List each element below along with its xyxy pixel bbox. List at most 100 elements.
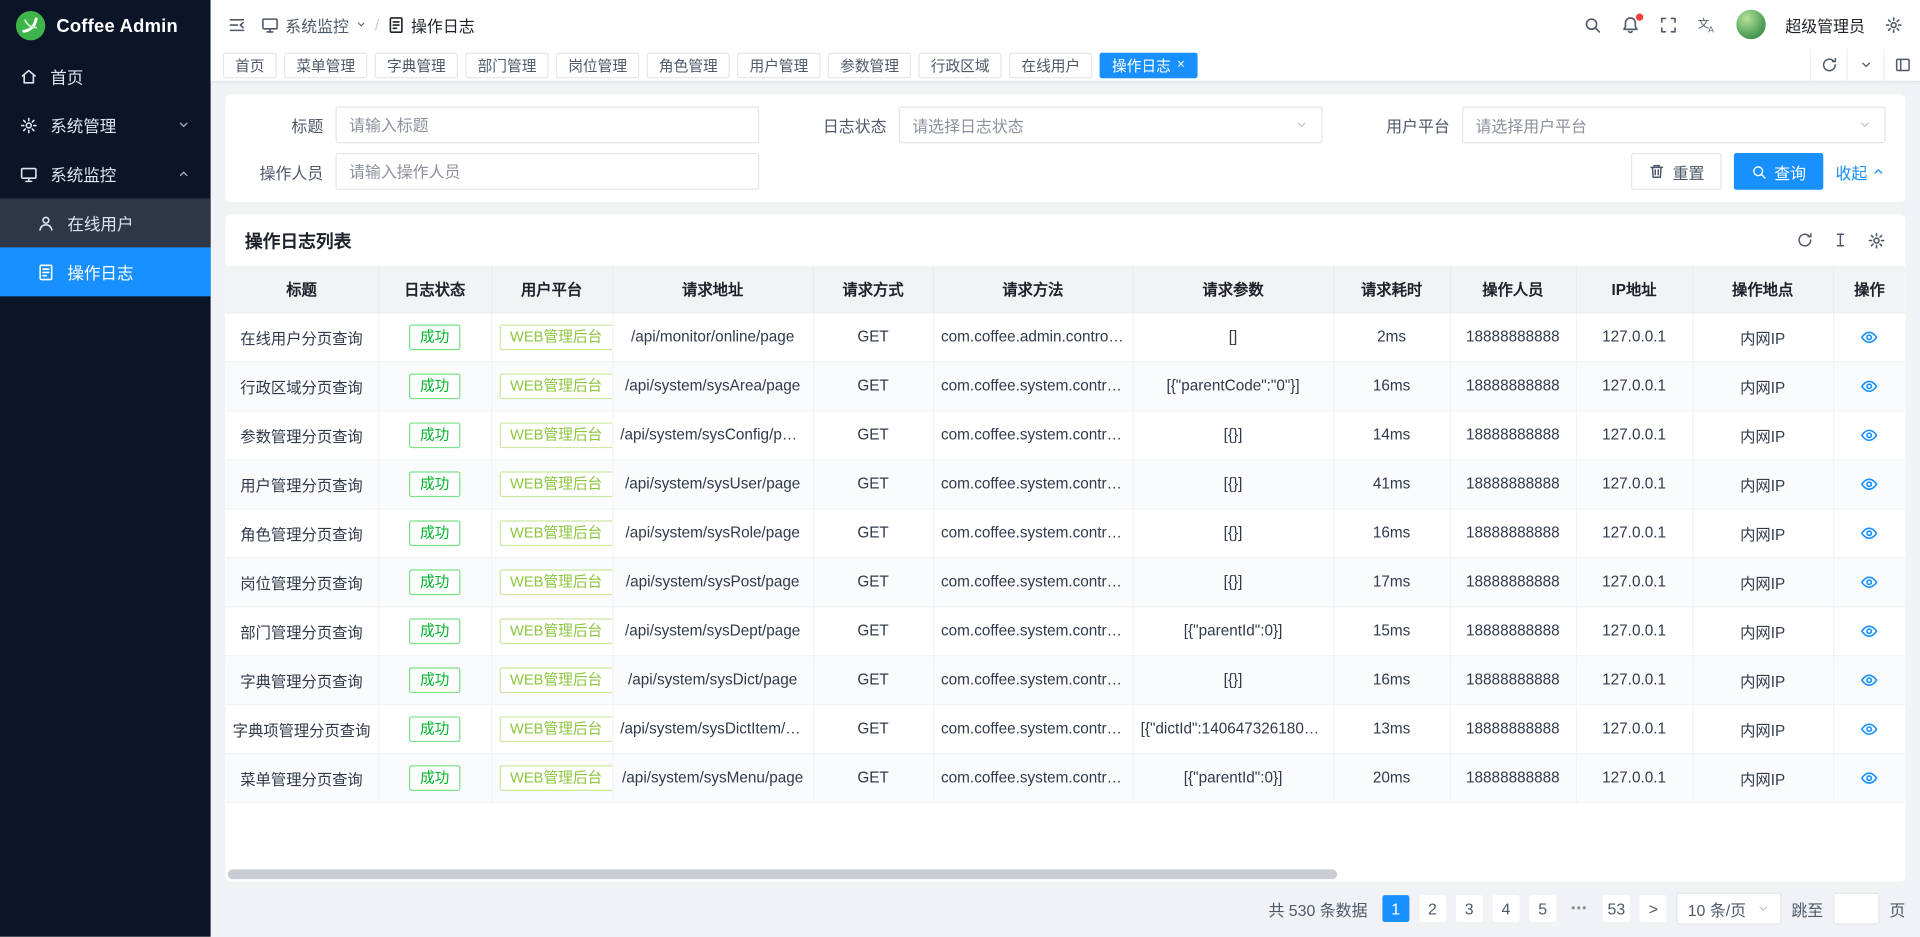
notification-bell-icon[interactable] (1621, 15, 1639, 33)
view-detail-eye-icon[interactable] (1860, 671, 1878, 689)
tab-item[interactable]: 字典管理 (375, 52, 458, 78)
tab-item[interactable]: 岗位管理 (556, 52, 639, 78)
view-detail-eye-icon[interactable] (1860, 622, 1878, 640)
tab-close-icon[interactable]: × (1177, 58, 1185, 71)
app: Coffee Admin 首页 系统管理 系统监控 在线用户 (0, 0, 1920, 937)
collapse-filters-link[interactable]: 收起 (1835, 160, 1885, 183)
filter-field-title: 标题 (245, 107, 759, 144)
cell-platform: WEB管理后台 (491, 410, 612, 459)
breadcrumb-label: 操作日志 (411, 13, 475, 36)
cell-params: [{}] (1133, 655, 1334, 704)
operator-input[interactable] (349, 162, 746, 180)
horizontal-scrollbar[interactable] (228, 869, 1337, 879)
log-status-select[interactable]: 请选择日志状态 (899, 107, 1323, 144)
tab-item[interactable]: 在线用户 (1009, 52, 1092, 78)
platform-tag: WEB管理后台 (499, 324, 612, 350)
view-detail-eye-icon[interactable] (1860, 524, 1878, 542)
chevron-up-icon (1871, 164, 1886, 179)
settings-gear-icon[interactable] (1884, 15, 1902, 33)
cell-duration: 14ms (1333, 410, 1449, 459)
table-header-row: 标题日志状态用户平台请求地址请求方式请求方法请求参数请求耗时操作人员IP地址操作… (225, 266, 1905, 313)
column-settings-gear-icon[interactable] (1867, 231, 1885, 249)
sidebar-item-label: 在线用户 (67, 211, 133, 235)
tab-item[interactable]: 行政区域 (919, 52, 1002, 78)
tab-item[interactable]: 首页 (223, 52, 277, 78)
cell-status: 成功 (378, 557, 491, 606)
fullscreen-icon[interactable] (1659, 15, 1677, 33)
page-button[interactable]: 2 (1419, 895, 1446, 922)
table-row: 在线用户分页查询成功WEB管理后台/api/monitor/online/pag… (225, 312, 1905, 361)
cell-ip: 127.0.0.1 (1576, 361, 1692, 410)
cell-ip: 127.0.0.1 (1576, 459, 1692, 508)
page-button[interactable]: 3 (1456, 895, 1483, 922)
query-button[interactable]: 查询 (1734, 153, 1823, 190)
cell-status: 成功 (378, 753, 491, 802)
sidebar-item-home[interactable]: 首页 (0, 51, 211, 100)
chevron-up-icon (176, 167, 191, 182)
next-page-button[interactable]: > (1640, 895, 1667, 922)
app-logo[interactable]: Coffee Admin (0, 0, 211, 51)
tab-item[interactable]: 用户管理 (737, 52, 820, 78)
tab-item[interactable]: 角色管理 (647, 52, 730, 78)
cell-operator: 18888888888 (1450, 557, 1576, 606)
cell-location: 内网IP (1692, 704, 1833, 753)
cell-actions (1833, 508, 1905, 557)
tab-item[interactable]: 参数管理 (828, 52, 911, 78)
page-button[interactable]: 53 (1603, 895, 1631, 922)
column-header: 操作地点 (1692, 266, 1833, 313)
tab-refresh-icon[interactable] (1810, 49, 1847, 81)
log-table-body: 在线用户分页查询成功WEB管理后台/api/monitor/online/pag… (225, 312, 1905, 802)
sidebar-item-system-management[interactable]: 系统管理 (0, 100, 211, 149)
user-platform-select[interactable]: 请选择用户平台 (1462, 107, 1886, 144)
tab-item[interactable]: 操作日志× (1100, 52, 1197, 78)
page-button[interactable]: 5 (1529, 895, 1556, 922)
document-icon (37, 263, 55, 281)
cell-url: /api/system/sysPost/page (612, 557, 813, 606)
search-icon[interactable] (1583, 15, 1601, 33)
sidebar-item-system-monitor[interactable]: 系统监控 (0, 149, 211, 198)
row-density-icon[interactable] (1832, 231, 1849, 248)
breadcrumb-item-system-monitor[interactable]: 系统监控 (261, 13, 368, 36)
view-detail-eye-icon[interactable] (1860, 426, 1878, 444)
table-row: 参数管理分页查询成功WEB管理后台/api/system/sysConfig/p… (225, 410, 1905, 459)
view-detail-eye-icon[interactable] (1860, 328, 1878, 346)
status-tag: 成功 (409, 373, 460, 399)
cell-duration: 16ms (1333, 361, 1449, 410)
status-tag: 成功 (409, 569, 460, 595)
jump-suffix-label: 页 (1889, 897, 1905, 920)
cell-platform: WEB管理后台 (491, 753, 612, 802)
refresh-icon[interactable] (1796, 231, 1813, 248)
cell-platform: WEB管理后台 (491, 459, 612, 508)
sidebar-item-operation-log[interactable]: 操作日志 (0, 247, 211, 296)
title-input-wrap (336, 107, 760, 144)
title-input[interactable] (349, 116, 746, 134)
tab-item[interactable]: 菜单管理 (284, 52, 367, 78)
tab-dropdown-chevron-icon[interactable] (1847, 49, 1884, 81)
cell-location: 内网IP (1692, 753, 1833, 802)
cell-platform: WEB管理后台 (491, 508, 612, 557)
log-list-card: 操作日志列表 标题日志状态用户平台请求地址请求方式请求方法请求参数请求耗时操作人… (225, 214, 1905, 881)
view-detail-eye-icon[interactable] (1860, 573, 1878, 591)
translate-icon[interactable]: 文A (1697, 15, 1717, 35)
cell-method: GET (813, 410, 933, 459)
view-detail-eye-icon[interactable] (1860, 720, 1878, 738)
user-name[interactable]: 超级管理员 (1785, 13, 1865, 36)
cell-title: 参数管理分页查询 (225, 410, 378, 459)
page-button[interactable]: 1 (1382, 895, 1409, 922)
sidebar-item-online-users[interactable]: 在线用户 (0, 198, 211, 247)
page-size-select[interactable]: 10 条/页 (1677, 893, 1782, 925)
menu-fold-icon[interactable] (228, 15, 246, 33)
tab-item[interactable]: 部门管理 (465, 52, 548, 78)
home-icon (20, 67, 38, 85)
cell-method: GET (813, 704, 933, 753)
avatar[interactable] (1736, 10, 1765, 39)
view-detail-eye-icon[interactable] (1860, 768, 1878, 786)
tab-layout-expand-icon[interactable] (1883, 49, 1920, 81)
app-title: Coffee Admin (56, 15, 178, 36)
view-detail-eye-icon[interactable] (1860, 475, 1878, 493)
jump-page-input[interactable] (1833, 893, 1880, 925)
reset-button[interactable]: 重置 (1631, 153, 1722, 190)
page-button[interactable]: 4 (1492, 895, 1519, 922)
view-detail-eye-icon[interactable] (1860, 377, 1878, 395)
column-header: 请求耗时 (1333, 266, 1449, 313)
